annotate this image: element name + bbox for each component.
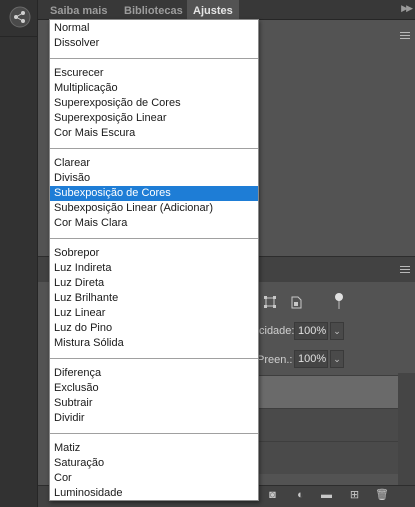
lock-icon[interactable]: [290, 296, 302, 309]
blend-mode-item[interactable]: Luz Direta: [50, 276, 258, 291]
blend-mode-item[interactable]: Cor Mais Escura: [50, 126, 258, 141]
blend-mode-item[interactable]: Luminosidade: [50, 486, 258, 501]
share-icon[interactable]: [9, 6, 31, 28]
layers-menu-icon[interactable]: [400, 266, 410, 274]
trash-icon[interactable]: 🗑: [375, 489, 389, 502]
tab-bibliotecas[interactable]: Bibliotecas: [118, 0, 189, 20]
blend-mode-item[interactable]: Dissolver: [50, 36, 258, 51]
tab-ajustes[interactable]: Ajustes: [187, 0, 239, 20]
blend-mode-item[interactable]: Matiz: [50, 441, 258, 456]
layers-scrollbar[interactable]: [398, 373, 415, 488]
layer-row[interactable]: [258, 408, 398, 441]
blend-mode-item[interactable]: Subexposição Linear (Adicionar): [50, 201, 258, 216]
blend-mode-dropdown[interactable]: Normal Dissolver Escurecer Multiplicação Sup…: [49, 19, 259, 501]
opacity-dropdown-arrow[interactable]: ⌄: [330, 322, 344, 340]
blend-mode-item[interactable]: Dividir: [50, 411, 258, 426]
opacity-label: cidade:: [259, 325, 295, 337]
fill-dropdown-arrow[interactable]: ⌄: [330, 350, 344, 368]
blend-mode-item[interactable]: Normal: [50, 21, 258, 36]
menu-separator: [50, 426, 258, 441]
toggle-icon[interactable]: [334, 292, 344, 310]
blend-mode-item[interactable]: Multiplicação: [50, 81, 258, 96]
adjustment-layer-icon[interactable]: ◐: [294, 489, 307, 502]
blend-mode-item[interactable]: Subexposição de Cores: [50, 186, 258, 201]
blend-mode-item[interactable]: Diferença: [50, 366, 258, 381]
blend-mode-item[interactable]: Luz do Pino: [50, 321, 258, 336]
blend-mode-list: Normal Dissolver Escurecer Multiplicação Sup…: [50, 20, 258, 501]
blend-mode-item[interactable]: Saturação: [50, 456, 258, 471]
panel-tabbar: Saiba mais Bibliotecas Ajustes ▶▶: [38, 0, 415, 20]
blend-mode-item[interactable]: Exclusão: [50, 381, 258, 396]
layer-row[interactable]: [258, 441, 398, 474]
folder-icon[interactable]: ▬: [320, 489, 333, 502]
blend-mode-item[interactable]: Escurecer: [50, 66, 258, 81]
menu-separator: [50, 231, 258, 246]
panel-menu-icon[interactable]: [400, 32, 410, 40]
menu-separator: [50, 51, 258, 66]
blend-mode-item[interactable]: Luz Brilhante: [50, 291, 258, 306]
blend-mode-item[interactable]: Cor: [50, 471, 258, 486]
blend-mode-item[interactable]: Divisão: [50, 171, 258, 186]
toolbar-divider: [0, 36, 38, 37]
opacity-input[interactable]: 100%: [294, 322, 328, 340]
blend-mode-item[interactable]: Luz Linear: [50, 306, 258, 321]
blend-mode-item[interactable]: Subtrair: [50, 396, 258, 411]
collapse-icon[interactable]: ▶▶: [401, 3, 413, 14]
fill-label: Preen.:: [257, 354, 293, 366]
mask-icon[interactable]: ◙: [266, 489, 279, 502]
artboard-lock-icon[interactable]: [264, 296, 276, 308]
blend-mode-item[interactable]: Sobrepor: [50, 246, 258, 261]
new-layer-icon[interactable]: ⊞: [348, 489, 361, 502]
blend-mode-item[interactable]: Mistura Sólida: [50, 336, 258, 351]
tab-saiba-mais[interactable]: Saiba mais: [44, 0, 113, 20]
fill-input[interactable]: 100%: [294, 350, 328, 368]
layer-row[interactable]: [258, 375, 398, 408]
blend-mode-item[interactable]: Luz Indireta: [50, 261, 258, 276]
blend-mode-item[interactable]: Clarear: [50, 156, 258, 171]
blend-mode-item[interactable]: Cor Mais Clara: [50, 216, 258, 231]
menu-separator: [50, 351, 258, 366]
blend-mode-item[interactable]: Superexposição de Cores: [50, 96, 258, 111]
menu-separator: [50, 141, 258, 156]
left-toolbar: [0, 0, 38, 507]
blend-mode-item[interactable]: Superexposição Linear: [50, 111, 258, 126]
